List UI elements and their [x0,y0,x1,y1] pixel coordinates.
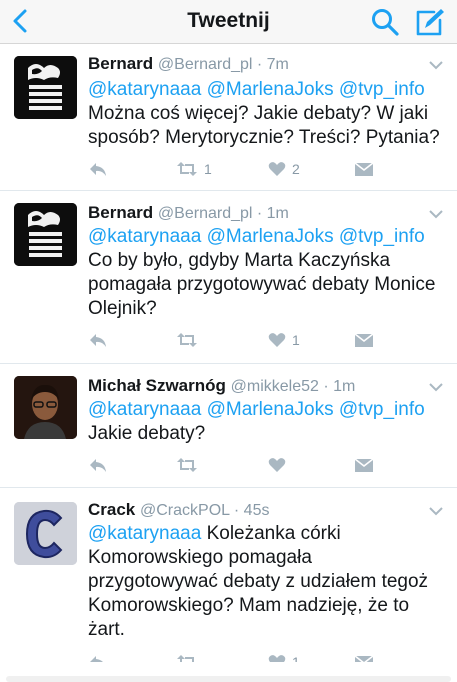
tweet-text: @katarynaaa @MarlenaJoks @tvp_info Jakie… [88,398,440,446]
chevron-down-icon[interactable] [429,382,443,392]
tweet-actions: 1 2 [88,159,388,179]
tweet-body: Jakie debaty? [88,423,206,444]
heart-icon [268,333,286,347]
avatar[interactable] [14,203,77,266]
author-handle-time: @Bernard_pl · 7m [157,56,289,73]
author-handle-time: @mikkele52 · 1m [230,378,356,395]
chevron-down-icon[interactable] [429,60,443,70]
tweet-header: Bernard @Bernard_pl · 1m [88,203,289,223]
reply-button[interactable] [88,330,108,350]
chevron-down-icon[interactable] [429,506,443,516]
tweet-text: @katarynaaa @MarlenaJoks @tvp_info Co by… [88,225,440,321]
reply-bar-edge [6,676,451,682]
retweet-button[interactable] [176,455,204,475]
tweet-header: Crack @CrackPOL · 45s [88,500,269,520]
reply-icon [90,163,106,176]
tweet-mentions[interactable]: @katarynaaa @MarlenaJoks @tvp_info [88,399,425,420]
direct-message-button[interactable] [354,330,374,350]
tweet-header: Michał Szwarnóg @mikkele52 · 1m [88,376,355,396]
tweet-text: @katarynaaa @MarlenaJoks @tvp_info Można… [88,78,440,150]
author-name[interactable]: Bernard [88,54,153,73]
reply-button[interactable] [88,159,108,179]
tweet-body: Co by było, gdyby Marta Kaczyńska pomaga… [88,250,436,319]
avatar-logo-icon [14,56,77,119]
avatar-letter-c-icon [14,502,77,565]
author-handle-time: @CrackPOL · 45s [140,502,270,519]
direct-message-button[interactable] [354,455,374,475]
tweet-actions [88,455,388,475]
author-name[interactable]: Bernard [88,203,153,222]
navigation-bar: Tweetnij [0,0,457,44]
compose-tweet-icon[interactable] [414,6,446,38]
reply-icon [90,459,106,472]
avatar-logo-icon [14,203,77,266]
heart-icon [268,162,286,176]
retweet-button[interactable] [176,330,204,350]
avatar[interactable] [14,56,77,119]
like-button[interactable]: 2 [268,159,300,179]
author-handle-time: @Bernard_pl · 1m [157,205,289,222]
retweet-icon [177,162,197,176]
direct-message-button[interactable] [354,159,374,179]
tweet-mentions[interactable]: @katarynaaa @MarlenaJoks @tvp_info [88,226,425,247]
envelope-icon [354,458,374,472]
like-count: 2 [292,161,300,177]
search-icon[interactable] [370,7,400,37]
avatar-photo-icon [14,376,77,439]
retweet-button[interactable]: 1 [176,159,212,179]
avatar[interactable] [14,376,77,439]
tweet-header: Bernard @Bernard_pl · 7m [88,54,289,74]
chevron-down-icon[interactable] [429,209,443,219]
author-name[interactable]: Michał Szwarnóg [88,376,226,395]
tweet-body: Można coś więcej? Jakie debaty? W jaki s… [88,103,440,148]
like-button[interactable] [268,455,292,475]
retweet-icon [177,333,197,347]
reply-icon [90,334,106,347]
tweet-mentions[interactable]: @katarynaaa @MarlenaJoks @tvp_info [88,79,425,100]
tweet[interactable]: Crack @CrackPOL · 45s @katarynaaa Koleża… [0,488,457,680]
reply-bar [0,662,457,682]
tweet-actions: 1 [88,330,388,350]
author-name[interactable]: Crack [88,500,135,519]
heart-icon [268,458,286,472]
avatar[interactable] [14,502,77,565]
tweet-mentions[interactable]: @katarynaaa [88,523,201,544]
tweet[interactable]: Bernard @Bernard_pl · 1m @katarynaaa @Ma… [0,191,457,364]
reply-button[interactable] [88,455,108,475]
tweet-text: @katarynaaa Koleżanka córki Komorowskieg… [88,522,440,642]
tweet[interactable]: Bernard @Bernard_pl · 7m @katarynaaa @Ma… [0,44,457,191]
like-button[interactable]: 1 [268,330,300,350]
retweet-icon [177,458,197,472]
like-count: 1 [292,332,300,348]
envelope-icon [354,333,374,347]
retweet-count: 1 [204,161,212,177]
envelope-icon [354,162,374,176]
tweet[interactable]: Michał Szwarnóg @mikkele52 · 1m @kataryn… [0,364,457,488]
